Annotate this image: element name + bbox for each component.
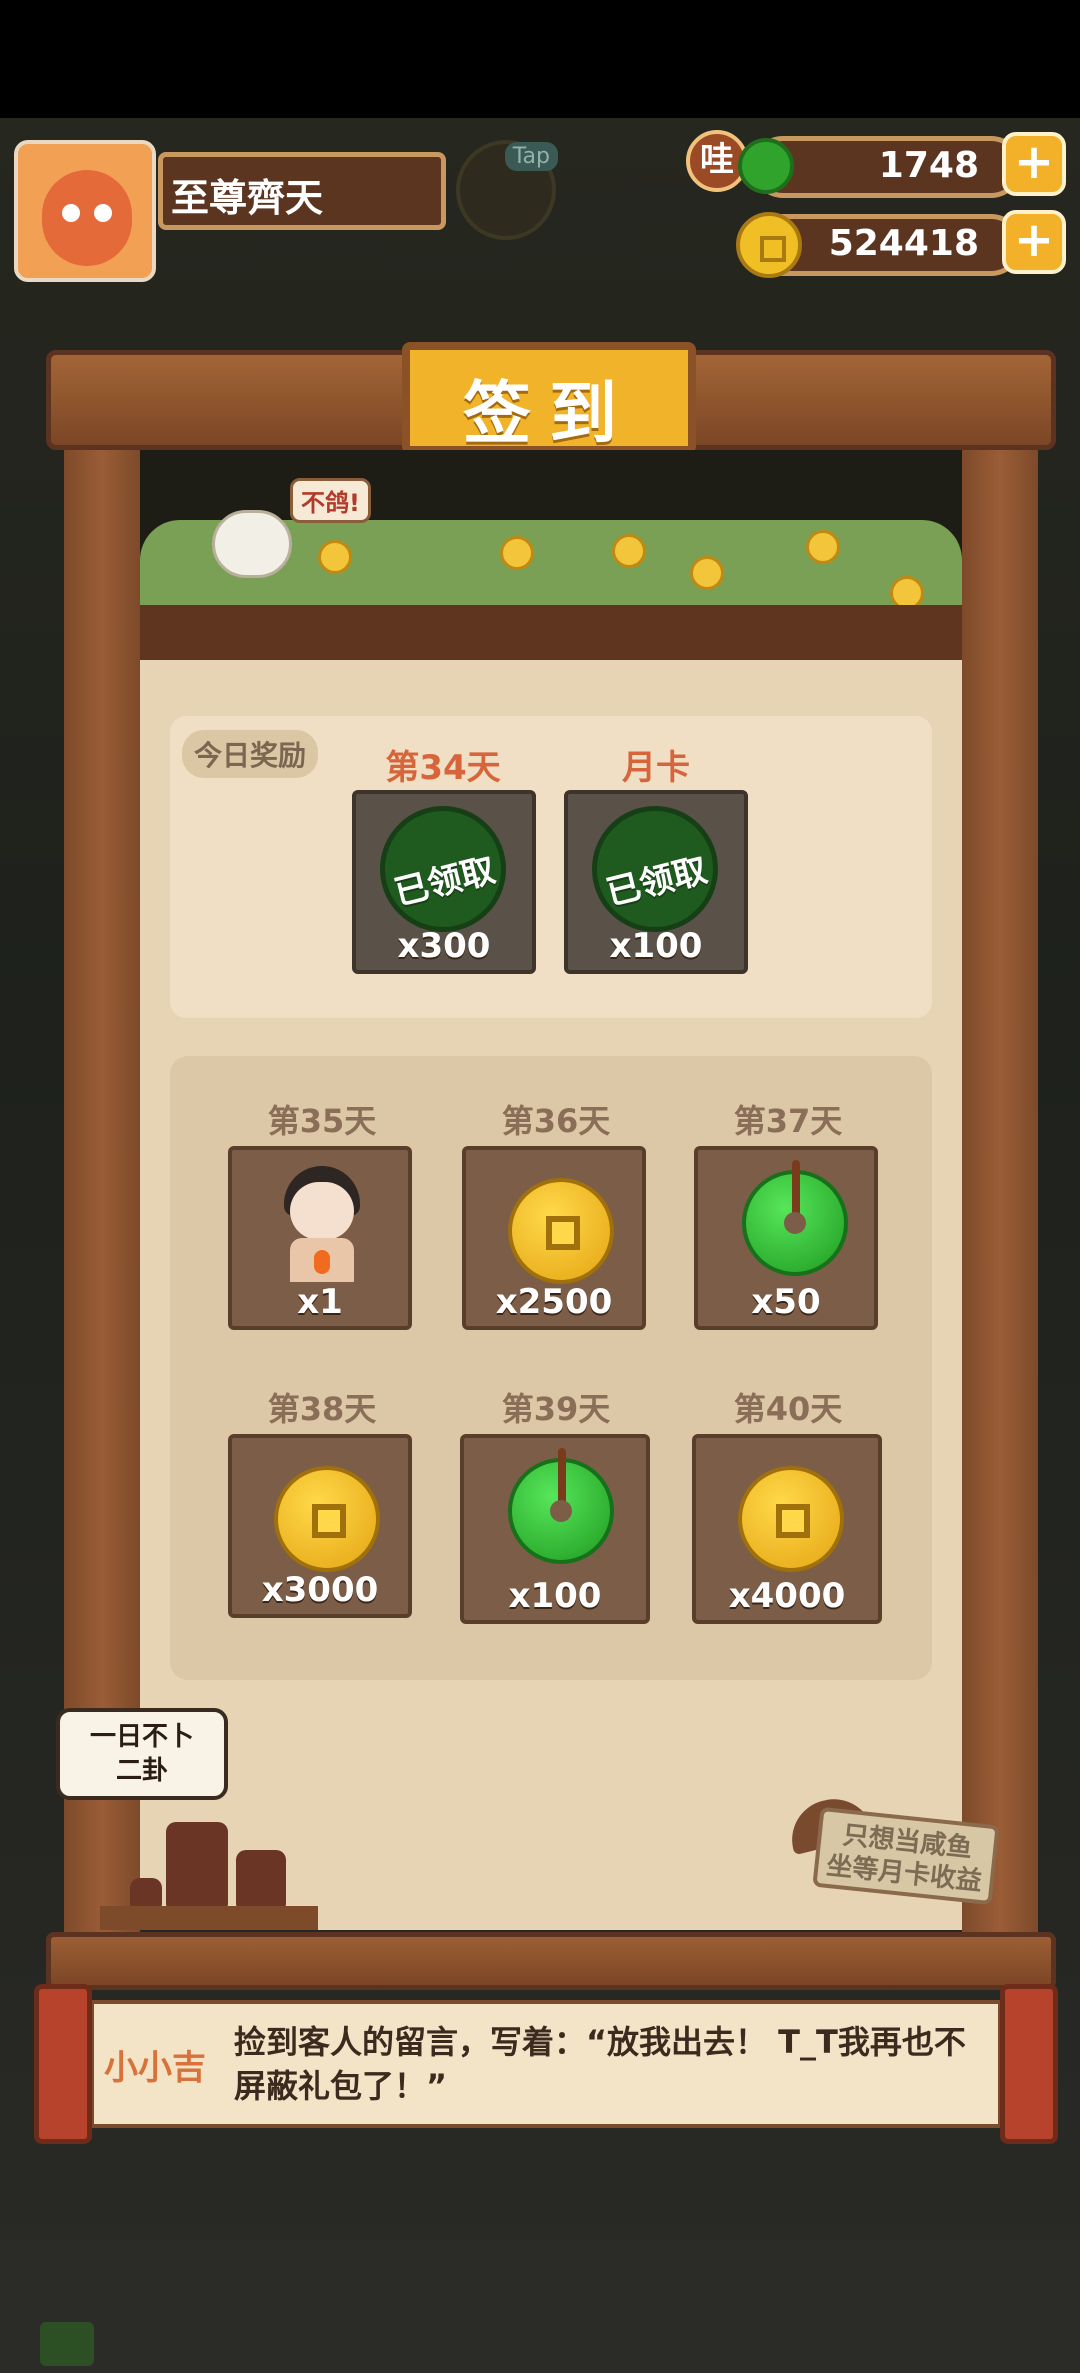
signin-title: 签到 (462, 375, 635, 454)
add-jade-button[interactable]: + (1002, 132, 1066, 196)
day-label: 第35天 (267, 1102, 377, 1140)
player-name: 至尊齊天 (171, 176, 324, 220)
coin-icon (274, 1466, 380, 1572)
reward-quantity: x2500 (495, 1282, 613, 1322)
frame-lintel (140, 605, 962, 667)
jar-decoration (166, 1822, 228, 1908)
scroll-end-left (34, 1984, 92, 2144)
day-label: 第39天 (501, 1390, 611, 1428)
day-label: 第37天 (733, 1102, 843, 1140)
reward-quantity: x300 (397, 926, 491, 966)
add-coin-button[interactable]: + (1002, 210, 1066, 274)
reward-quantity: x1 (297, 1282, 343, 1322)
flower-icon (500, 536, 534, 570)
tap-community-button[interactable]: Tap (456, 140, 558, 240)
jade-amount: 1748 (878, 145, 979, 186)
player-name-box[interactable]: 至尊齊天 (158, 152, 446, 230)
today-rewards-tag: 今日奖励 (182, 730, 319, 778)
reward-quantity: x4000 (728, 1576, 846, 1616)
jade-icon (738, 138, 794, 194)
dialog-text: 捡到客人的留言，写着：“放我出去！ T_T我再也不屏蔽礼包了！” (234, 2023, 966, 2105)
tap-badge: Tap (504, 142, 558, 171)
flower-icon (690, 556, 724, 590)
day-label: 第38天 (267, 1390, 377, 1428)
reward-card-day40[interactable]: x4000 (692, 1434, 882, 1624)
fortune-bubble-line2: 二卦 (115, 1756, 168, 1786)
dialog-speaker: 小小吉 (104, 2048, 206, 2088)
coin-icon (738, 1466, 844, 1572)
fortune-bubble-line1: 一日不卜 (89, 1722, 194, 1752)
avatar-eye-left (62, 204, 80, 222)
reward-card-day36[interactable]: x2500 (462, 1146, 646, 1330)
character-icon (276, 1166, 368, 1284)
frame-beam-bottom (46, 1932, 1056, 1990)
fortune-speech-bubble: 一日不卜 二卦 (56, 1708, 228, 1800)
bird-speech-bubble: 不鸽! (290, 478, 371, 523)
reward-card-day39[interactable]: x100 (460, 1434, 650, 1624)
flower-icon (612, 534, 646, 568)
bottom-scene (0, 2240, 1080, 2373)
jade-icon (508, 1448, 614, 1564)
coin-amount: 524418 (828, 223, 979, 264)
today-reward-card[interactable]: 已领取 x300 (352, 790, 536, 974)
today-card-header: 第34天 (385, 748, 501, 788)
today-card-header: 月卡 (622, 748, 690, 788)
reward-quantity: x100 (609, 926, 703, 966)
flower-icon (318, 540, 352, 574)
reward-card-day38[interactable]: x3000 (228, 1434, 412, 1618)
frame-post-right (962, 440, 1038, 1960)
jar-decoration (236, 1850, 286, 1908)
avatar-eye-right (94, 204, 112, 222)
status-bar (0, 0, 1080, 118)
reward-quantity: x100 (508, 1576, 602, 1616)
day-label: 第36天 (501, 1102, 611, 1140)
jar-decoration (130, 1878, 162, 1908)
player-avatar[interactable] (14, 140, 156, 282)
scroll-end-right (1000, 1984, 1058, 2144)
reward-card-day35[interactable]: x1 (228, 1146, 412, 1330)
corner-button[interactable] (40, 2322, 94, 2366)
reward-quantity: x3000 (261, 1570, 379, 1610)
reward-card-day37[interactable]: x50 (694, 1146, 878, 1330)
jade-icon (742, 1160, 848, 1276)
coin-icon (508, 1178, 614, 1284)
monthly-card-reward[interactable]: 已领取 x100 (564, 790, 748, 974)
shelf-decoration (100, 1906, 318, 1930)
pigeon-mascot (212, 510, 292, 578)
reward-quantity: x50 (751, 1282, 821, 1322)
flower-icon (806, 530, 840, 564)
coin-icon (736, 212, 802, 278)
day-label: 第40天 (733, 1390, 843, 1428)
avatar-face (42, 170, 132, 266)
signin-title-plaque: 签到 (402, 342, 696, 454)
